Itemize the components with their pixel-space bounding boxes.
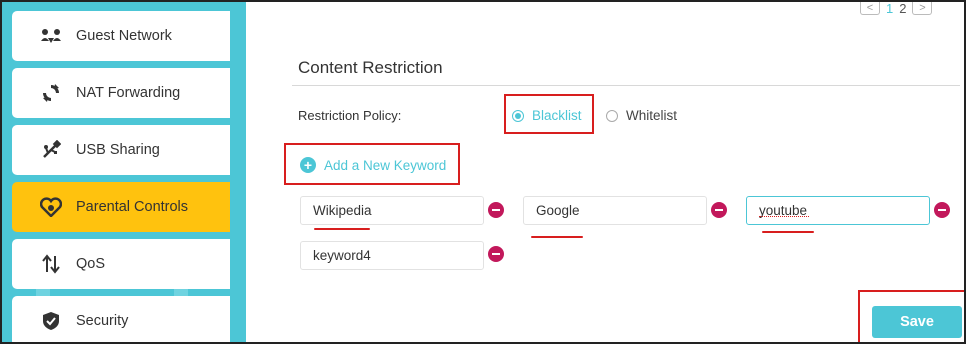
annotation-box-blacklist [504,94,594,134]
annotation-underline [314,228,370,230]
spellcheck-squiggle [759,214,809,217]
shield-icon [40,310,62,332]
sidebar-item-nat-forwarding[interactable]: NAT Forwarding [12,68,230,118]
window-frame: Guest Network NAT Forwarding USB Sharing… [0,0,966,344]
whitelist-label: Whitelist [626,108,678,123]
keyword-input-2[interactable]: Google [523,196,707,225]
annotation-underline [762,231,814,233]
prev-page-button[interactable]: < [860,2,880,15]
annotation-box-add-keyword [284,143,460,185]
section-divider [292,85,960,86]
remove-keyword-4-icon[interactable] [488,246,504,262]
pagination: < 1 2 > [860,2,933,16]
page-2-link[interactable]: 2 [899,2,906,16]
sidebar-divider [230,2,246,342]
up-down-arrows-icon [40,253,62,275]
annotation-underline [531,236,583,238]
sidebar: Guest Network NAT Forwarding USB Sharing… [2,2,246,342]
sidebar-item-label: Parental Controls [76,199,189,215]
remove-keyword-3-icon[interactable] [934,202,950,218]
remove-keyword-2-icon[interactable] [711,202,727,218]
sidebar-item-qos[interactable]: QoS [12,239,230,289]
whitelist-radio[interactable]: Whitelist [606,108,677,123]
guest-network-icon [40,25,62,47]
sidebar-item-label: Security [76,313,129,329]
sidebar-item-security[interactable]: Security [12,296,230,342]
keyword-input-1[interactable]: Wikipedia [300,196,484,225]
sidebar-item-parental-controls[interactable]: Parental Controls [12,182,230,232]
next-page-button[interactable]: > [912,2,933,15]
usb-icon [40,139,62,161]
restriction-policy-label: Restriction Policy: [298,108,402,123]
nat-forwarding-icon [40,82,62,104]
keyword-input-4[interactable]: keyword4 [300,241,484,270]
sidebar-item-label: Guest Network [76,28,172,44]
sidebar-item-label: NAT Forwarding [76,85,181,101]
annotation-box-save [858,290,964,342]
sidebar-item-usb-sharing[interactable]: USB Sharing [12,125,230,175]
sidebar-item-label: USB Sharing [76,142,160,158]
sidebar-item-label: QoS [76,256,106,272]
sidebar-item-guest-network[interactable]: Guest Network [12,11,230,61]
section-title: Content Restriction [298,58,443,77]
remove-keyword-1-icon[interactable] [488,202,504,218]
page-1-link[interactable]: 1 [886,2,893,16]
radio-unselected-icon [606,109,618,122]
heart-icon [40,196,62,218]
keyword-input-3[interactable]: youtube [746,196,930,225]
